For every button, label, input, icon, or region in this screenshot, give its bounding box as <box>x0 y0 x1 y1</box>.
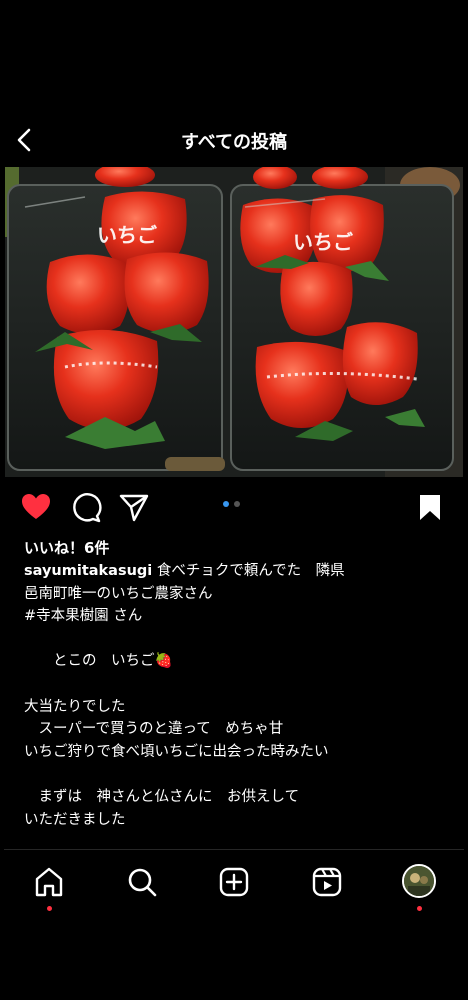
comment-icon <box>73 493 102 523</box>
tray-label-right: いちご <box>293 230 353 254</box>
home-icon <box>35 867 63 897</box>
tray-label-left: いちご <box>97 223 157 247</box>
comment-button[interactable] <box>69 490 103 524</box>
reels-icon <box>312 867 342 897</box>
like-button[interactable] <box>19 490 53 524</box>
post-actions <box>0 488 468 526</box>
bookmark-icon <box>420 495 440 520</box>
carousel-dot-active <box>223 501 229 507</box>
post-image[interactable]: いちご いちご <box>5 167 463 477</box>
tab-create[interactable] <box>216 864 252 900</box>
tab-reels[interactable] <box>309 864 345 900</box>
tab-home[interactable] <box>31 864 67 911</box>
share-icon <box>119 494 149 522</box>
tabbar-divider <box>4 849 464 850</box>
home-notification-dot <box>47 906 52 911</box>
carousel-dot <box>234 501 240 507</box>
post-caption: sayumitakasugi 食べチョクで頼んでた 隣県 邑南町唯一のいちご農家… <box>24 560 456 831</box>
caption-text: 食べチョクで頼んでた 隣県 邑南町唯一のいちご農家さん #寺本果樹園 さん とこ… <box>24 563 345 828</box>
caption-username[interactable]: sayumitakasugi <box>24 563 152 579</box>
bottom-tab-bar <box>0 860 468 911</box>
header: すべての投稿 <box>0 118 468 162</box>
create-icon <box>219 867 249 897</box>
tab-search[interactable] <box>124 864 160 900</box>
heart-icon <box>22 494 50 519</box>
profile-avatar-image <box>404 866 434 896</box>
share-button[interactable] <box>117 490 151 524</box>
tab-profile-avatar[interactable] <box>402 864 436 898</box>
page-title: すべての投稿 <box>180 132 288 153</box>
carousel-indicator <box>223 501 240 507</box>
likes-count[interactable]: いいね！6件 <box>24 537 109 558</box>
search-icon <box>128 868 157 897</box>
profile-notification-dot <box>417 906 422 911</box>
save-button[interactable] <box>413 490 447 524</box>
